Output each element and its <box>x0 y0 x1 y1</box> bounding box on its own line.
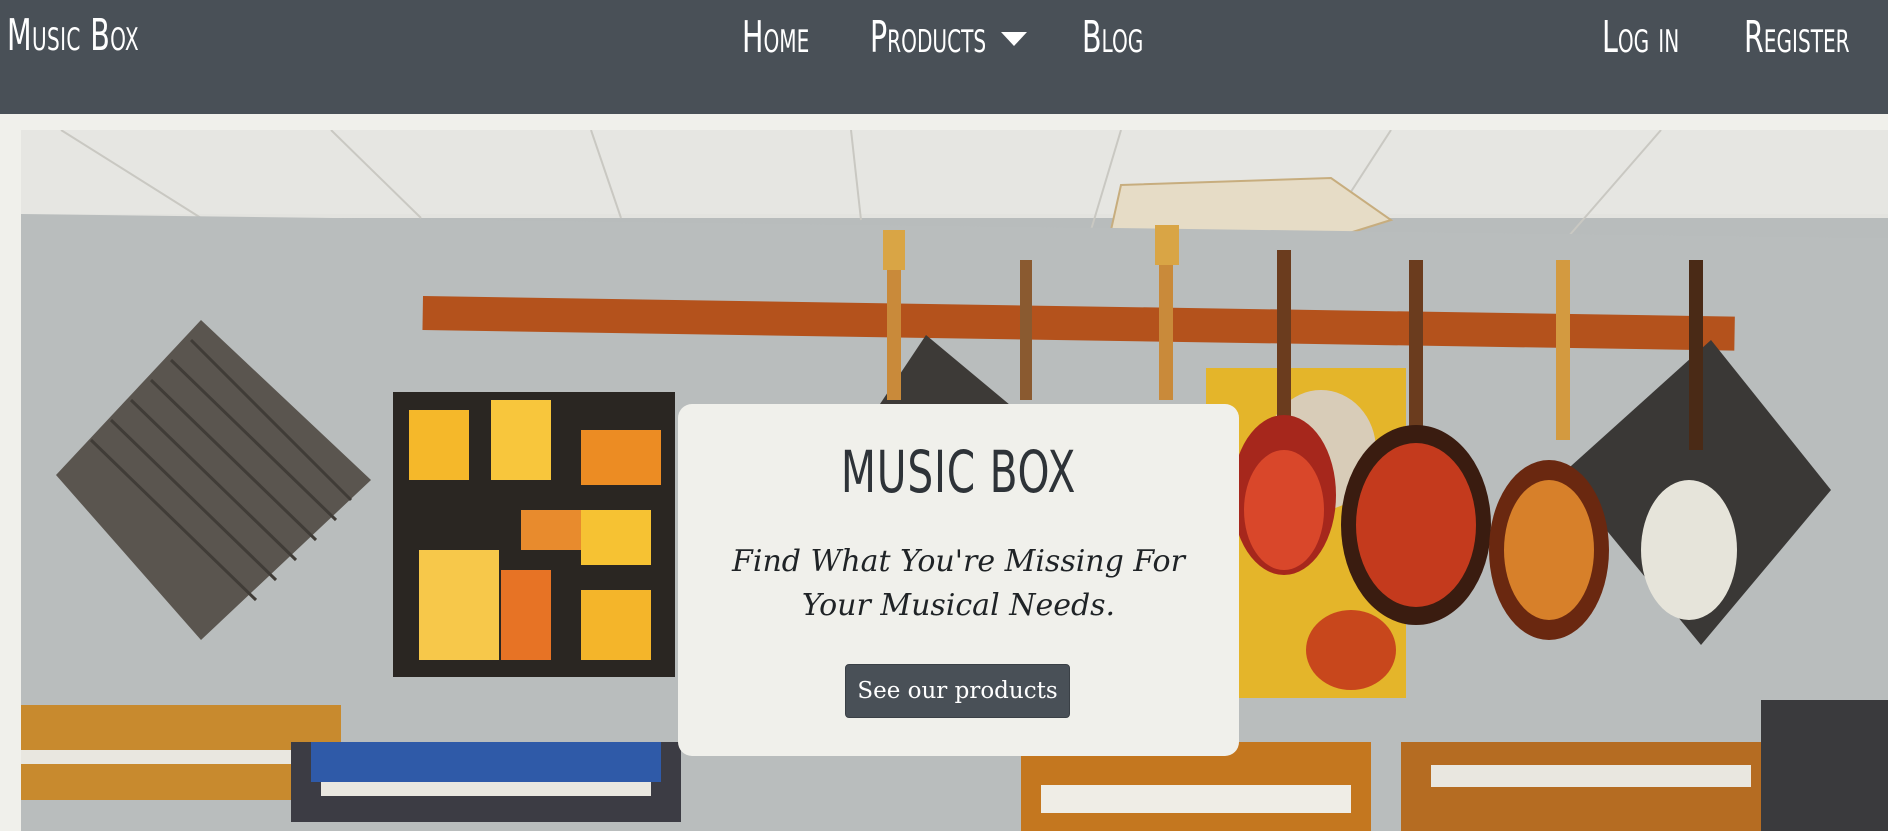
nav-link-home[interactable]: Home <box>742 12 809 63</box>
hero-card: MUSIC BOX Find What You're Missing For Y… <box>678 404 1239 756</box>
top-navbar: Music Box Home Products Blog Log in Regi… <box>0 0 1888 114</box>
see-products-button[interactable]: See our products <box>845 664 1070 718</box>
login-link[interactable]: Log in <box>1602 12 1679 63</box>
nav-link-products[interactable]: Products <box>870 12 986 63</box>
hero-title: MUSIC BOX <box>840 438 1077 506</box>
hero-section: MUSIC BOX Find What You're Missing For Y… <box>21 130 1888 831</box>
register-link[interactable]: Register <box>1744 12 1850 63</box>
brand-logo-link[interactable]: Music Box <box>7 10 139 61</box>
chevron-down-icon[interactable] <box>1001 32 1027 46</box>
nav-link-blog[interactable]: Blog <box>1082 12 1143 63</box>
hero-tagline: Find What You're Missing For Your Musica… <box>732 544 1185 623</box>
